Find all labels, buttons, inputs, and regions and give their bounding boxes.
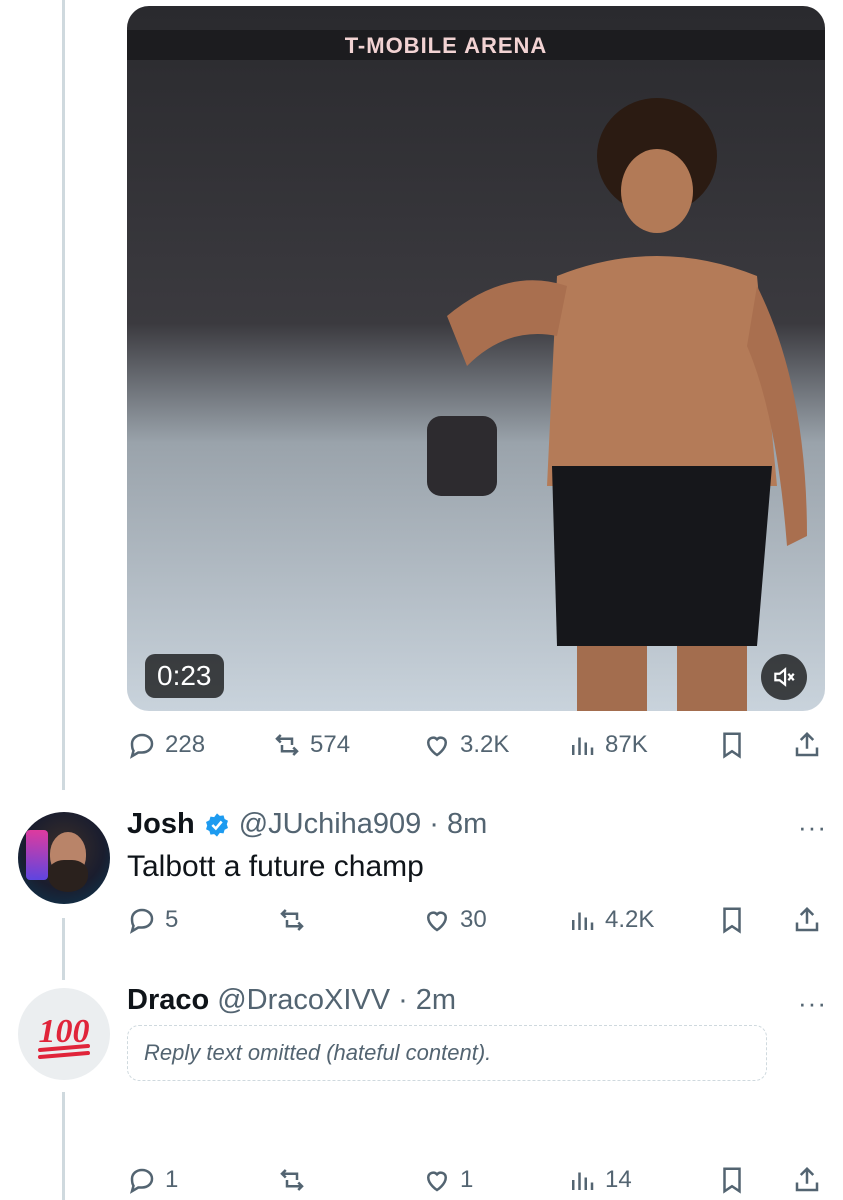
fighter-figure <box>427 98 807 711</box>
share-action[interactable] <box>792 725 822 765</box>
tweet-action-bar: 228 574 3.2K 87K <box>127 725 827 765</box>
user-handle[interactable]: @JUchiha909 <box>239 808 422 841</box>
reply-count: 228 <box>165 731 206 758</box>
hundred-points-emoji-icon: 100 <box>38 1013 90 1059</box>
reply-text: Talbott a future champ <box>127 850 424 883</box>
view-count: 14 <box>605 1166 632 1193</box>
views-action[interactable]: 4.2K <box>567 900 654 940</box>
share-icon <box>795 731 819 757</box>
repost-action[interactable] <box>277 1160 307 1200</box>
bookmark-icon <box>723 1167 741 1194</box>
heart-icon <box>426 1171 448 1192</box>
reply-action-bar: 1 1 14 <box>127 1160 827 1200</box>
thread-line <box>62 1092 65 1200</box>
repost-icon <box>275 734 299 756</box>
avatar[interactable]: 100 <box>18 988 110 1080</box>
share-icon <box>795 1166 819 1192</box>
view-count: 87K <box>605 731 648 758</box>
svg-text:100: 100 <box>39 1013 90 1050</box>
like-count: 1 <box>460 1166 474 1193</box>
video-duration: 0:23 <box>145 654 224 698</box>
more-options-button[interactable]: ··· <box>798 812 827 843</box>
reply-count: 1 <box>165 1166 179 1193</box>
like-action[interactable]: 1 <box>422 1160 473 1200</box>
reply-count: 5 <box>165 906 179 933</box>
arena-label: T-MOBILE ARENA <box>344 33 548 58</box>
bookmark-icon <box>723 732 741 759</box>
views-action[interactable]: 14 <box>567 1160 632 1200</box>
views-icon <box>572 737 594 755</box>
like-count: 3.2K <box>460 731 510 758</box>
reply-action[interactable]: 5 <box>127 900 178 940</box>
like-count: 30 <box>460 906 487 933</box>
more-options-button[interactable]: ··· <box>798 988 827 1019</box>
views-action[interactable]: 87K <box>567 725 648 765</box>
repost-action[interactable]: 574 <box>272 725 350 765</box>
user-handle[interactable]: @DracoXIVV <box>217 984 390 1017</box>
avatar[interactable] <box>18 812 110 904</box>
separator: · <box>398 984 408 1016</box>
like-action[interactable]: 3.2K <box>422 725 509 765</box>
omitted-reply-placeholder: Reply text omitted (hateful content). <box>127 1025 767 1081</box>
view-count: 4.2K <box>605 906 655 933</box>
views-icon <box>572 912 594 930</box>
thread-line <box>62 0 65 790</box>
timestamp[interactable]: 2m <box>416 984 456 1017</box>
reply-header: Draco @DracoXIVV · 2m <box>127 984 827 1017</box>
display-name[interactable]: Josh <box>127 808 195 841</box>
like-action[interactable]: 30 <box>422 900 487 940</box>
reply-tweet[interactable]: Josh @JUchiha909 · 8m ··· Talbott a futu… <box>127 808 827 887</box>
bookmark-action[interactable] <box>717 900 747 940</box>
reply-icon <box>129 908 154 934</box>
speaker-muted-icon <box>774 667 795 687</box>
reply-icon <box>129 1168 154 1194</box>
display-name[interactable]: Draco <box>127 984 209 1017</box>
verified-badge-icon <box>205 812 228 837</box>
repost-count: 574 <box>310 731 351 758</box>
bookmark-action[interactable] <box>717 725 747 765</box>
repost-icon <box>280 909 304 931</box>
reply-icon <box>129 733 154 759</box>
reply-header: Josh @JUchiha909 · 8m <box>127 808 827 841</box>
reply-action-bar: 5 30 4.2K <box>127 900 827 940</box>
reply-action[interactable]: 228 <box>127 725 205 765</box>
bookmark-action[interactable] <box>717 1160 747 1200</box>
share-action[interactable] <box>792 1160 822 1200</box>
share-icon <box>795 906 819 932</box>
views-icon <box>572 1172 594 1190</box>
heart-icon <box>426 736 448 757</box>
repost-icon <box>280 1169 304 1191</box>
timestamp[interactable]: 8m <box>447 808 487 841</box>
bookmark-icon <box>723 907 741 934</box>
video-player[interactable]: T-MOBILE ARENA 0:23 <box>127 6 825 711</box>
thread-line <box>62 918 65 980</box>
mute-button[interactable] <box>761 654 807 700</box>
reply-tweet[interactable]: Draco @DracoXIVV · 2m ··· Reply text omi… <box>127 984 827 1081</box>
separator: · <box>429 808 439 840</box>
repost-action[interactable] <box>277 900 307 940</box>
reply-action[interactable]: 1 <box>127 1160 178 1200</box>
heart-icon <box>426 911 448 932</box>
share-action[interactable] <box>792 900 822 940</box>
